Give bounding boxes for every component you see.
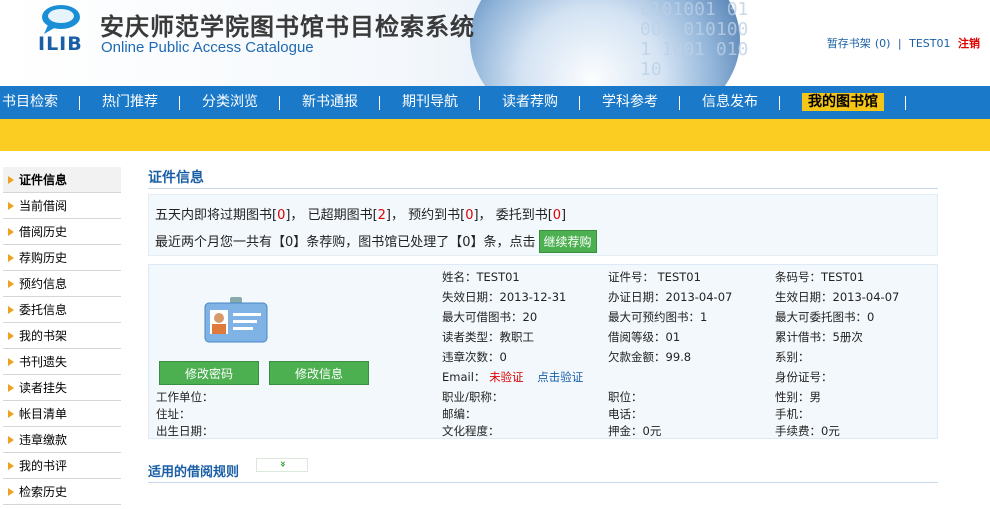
logout-link[interactable]: 注销: [958, 37, 980, 50]
change-info-button[interactable]: 修改信息: [269, 361, 369, 385]
field-total-borrow: 累计借书：5册次: [775, 330, 863, 344]
main-nav: 书目检索 热门推荐 分类浏览 新书通报 期刊导航 读者荐购 学科参考 信息发布 …: [0, 86, 990, 119]
binary-decoration: 0101001 01001 0101001 1001 01010: [640, 0, 749, 80]
nav-item-search[interactable]: 书目检索: [0, 86, 80, 119]
user-bar: 暂存书架 (0) | TEST01 注销: [823, 35, 980, 51]
email-status: 未验证: [489, 370, 524, 384]
field-reader-type: 读者类型：教职工: [442, 330, 534, 344]
notice-panel: 五天内即将过期图书[0]， 已超期图书[2]， 预约到书[0]， 委托到书[0]…: [148, 194, 938, 256]
field-address: 住址：: [156, 407, 191, 421]
reader-card: 修改密码 修改信息 姓名：TEST01 证件号： TEST01 条码号：TEST…: [148, 264, 938, 439]
field-fee: 手续费：0元: [775, 424, 840, 438]
sidebar-item-fines[interactable]: 违章缴款: [3, 427, 121, 453]
notice-line-2: 最近两个月您一共有【0】条荐购，图书馆已处理了【0】条，点击 继续荐购: [155, 230, 597, 253]
username: TEST01: [909, 37, 951, 50]
field-expire-date: 失效日期：2013-12-31: [442, 290, 567, 304]
id-card-icon: [204, 297, 268, 343]
entrusted-count: 0: [552, 208, 562, 223]
field-department: 系别：: [775, 350, 810, 364]
field-work-unit: 工作单位：: [156, 390, 214, 404]
chevron-down-icon: »: [277, 460, 288, 468]
sidebar-item-search-history[interactable]: 检索历史: [3, 479, 121, 505]
sidebar-item-report-loss[interactable]: 读者挂失: [3, 375, 121, 401]
notice-line-1: 五天内即将过期图书[0]， 已超期图书[2]， 预约到书[0]， 委托到书[0]: [155, 208, 567, 223]
field-phone: 电话：: [608, 407, 643, 421]
field-debt: 欠款金额：99.8: [608, 350, 692, 364]
rules-title: 适用的借阅规则: [148, 465, 240, 480]
field-position: 职位：: [608, 390, 643, 404]
sidebar-item-lost-books[interactable]: 书刊遗失: [3, 349, 121, 375]
sidebar-item-recommend-history[interactable]: 荐购历史: [3, 245, 121, 271]
field-mobile: 手机：: [775, 407, 810, 421]
field-education: 文化程度：: [442, 424, 500, 438]
sidebar-item-card-info[interactable]: 证件信息: [3, 167, 121, 193]
sidebar-item-account[interactable]: 帐目清单: [3, 401, 121, 427]
field-issue-date: 办证日期：2013-04-07: [608, 290, 733, 304]
field-postcode: 邮编：: [442, 407, 477, 421]
field-violations: 违章次数：0: [442, 350, 507, 364]
field-card-no: 证件号： TEST01: [608, 270, 701, 284]
title-divider: [148, 188, 938, 189]
rules-divider: [148, 482, 938, 483]
field-barcode: 条码号：TEST01: [775, 270, 865, 284]
nav-item-my-library[interactable]: 我的图书馆: [780, 86, 906, 119]
field-deposit: 押金：0元: [608, 424, 662, 438]
change-password-button[interactable]: 修改密码: [159, 361, 259, 385]
field-birthday: 出生日期：: [156, 424, 214, 438]
nav-item-hot[interactable]: 热门推荐: [80, 86, 180, 119]
nav-item-info[interactable]: 信息发布: [680, 86, 780, 119]
nav-item-subject[interactable]: 学科参考: [580, 86, 680, 119]
field-title: 职业/职称：: [442, 390, 504, 404]
verify-email-link[interactable]: 点击验证: [537, 370, 583, 384]
logo-text: ILIB: [38, 33, 83, 55]
expand-rules-button[interactable]: »: [256, 458, 308, 472]
field-max-entrust: 最大可委托图书：0: [775, 310, 875, 324]
logo-bubble-icon: [42, 5, 80, 34]
site-title: 安庆师范学院图书馆书目检索系统: [100, 12, 475, 41]
sub-nav-bar: [0, 119, 990, 151]
overdue-count: 2: [377, 208, 386, 223]
sidebar-item-reservations[interactable]: 预约信息: [3, 271, 121, 297]
sidebar: 证件信息 当前借阅 借阅历史 荐购历史 预约信息 委托信息 我的书架 书刊遗失 …: [3, 167, 121, 505]
field-max-reserve: 最大可预约图书：1: [608, 310, 708, 324]
sidebar-item-current-loans[interactable]: 当前借阅: [3, 193, 121, 219]
sidebar-item-entrust[interactable]: 委托信息: [3, 297, 121, 323]
field-id-number: 身份证号：: [775, 370, 833, 384]
nav-item-recommend[interactable]: 读者荐购: [480, 86, 580, 119]
field-max-borrow: 最大可借图书：20: [442, 310, 538, 324]
nav-item-browse[interactable]: 分类浏览: [180, 86, 280, 119]
sidebar-item-my-shelf[interactable]: 我的书架: [3, 323, 121, 349]
site-subtitle: Online Public Access Catalogue: [101, 39, 314, 56]
shelf-count: (0): [874, 37, 891, 50]
field-borrow-level: 借阅等级：01: [608, 330, 681, 344]
field-gender: 性别：男: [775, 390, 821, 404]
nav-item-new-books[interactable]: 新书通报: [280, 86, 380, 119]
sidebar-item-loan-history[interactable]: 借阅历史: [3, 219, 121, 245]
continue-recommend-button[interactable]: 继续荐购: [538, 230, 597, 253]
field-name: 姓名：TEST01: [442, 270, 520, 284]
separator: |: [897, 37, 902, 50]
field-effective-date: 生效日期：2013-04-07: [775, 290, 900, 304]
sidebar-item-reviews[interactable]: 我的书评: [3, 453, 121, 479]
nav-item-journals[interactable]: 期刊导航: [380, 86, 480, 119]
header: 0101001 01001 0101001 1001 01010 ILIB 安庆…: [0, 0, 990, 86]
page-title: 证件信息: [148, 170, 204, 186]
field-email: Email： 未验证 点击验证: [442, 370, 584, 384]
shelf-link[interactable]: 暂存书架: [827, 37, 871, 50]
